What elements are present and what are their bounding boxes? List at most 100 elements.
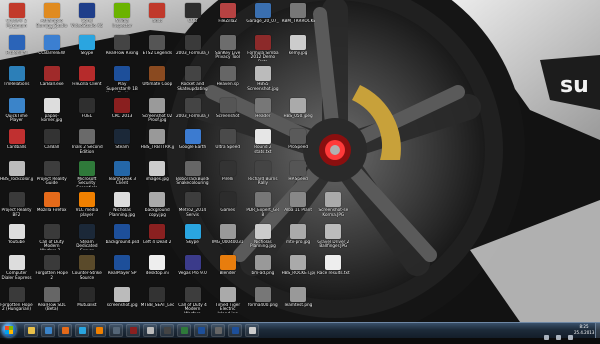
desktop-icon-label: Screenshot: [215, 113, 240, 118]
desktop-icon-label: Google Earth: [178, 145, 207, 149]
app-icon: [254, 286, 271, 302]
taskbar-app8-button[interactable]: [143, 324, 157, 337]
desktop-icon-label: Microsoft Security Essentials: [76, 176, 97, 187]
app-icon: [290, 192, 307, 207]
desktop-icon-label: Blender: [219, 271, 236, 275]
taskbar-media-button[interactable]: [41, 324, 55, 337]
desktop-icon[interactable]: Forgotten Hope 2 (Hungarian): [0, 285, 33, 321]
app-icon: [184, 286, 201, 302]
app7-icon: [130, 327, 137, 334]
steam-icon: [113, 327, 120, 334]
desktop-icon-label: HBS5 Screenshot.jpg: [247, 82, 279, 91]
taskbar-app9-button[interactable]: [160, 324, 174, 337]
app-icon: [114, 192, 131, 207]
desktop-icon-label: desktop.ini: [145, 271, 169, 275]
app-icon: [43, 129, 60, 144]
desktop-icon-label: CarBall.exe: [39, 82, 64, 86]
desktop-icon-label: Teamtest.png: [283, 302, 313, 307]
desktop-icon-label: Cardballs: [6, 145, 27, 149]
app-icon: [254, 255, 271, 270]
desktop-icon-label: Metro2_2014 Servis: [178, 208, 207, 217]
taskbar-steam-button[interactable]: [109, 324, 123, 337]
desktop-icon-label: Trials 2 Second Edition: [71, 145, 103, 154]
desktop-icon-label: Screenshot-se Korma.JPG: [318, 208, 349, 217]
desktop-icon-label: Garage_20_07_2012: [246, 19, 279, 23]
app-icon: [114, 3, 131, 18]
desktop-icon-label: RealFlow Rising: [105, 50, 139, 55]
desktop-icon-label: Steam Dedicated Server: [76, 239, 98, 250]
desktop-icon[interactable]: Call of Duty 4 Modern Warfare: [176, 285, 209, 321]
app-icon: [8, 255, 25, 270]
desktop-icon-label: BoboTrackBuilder... Snakecolouring: [176, 176, 209, 186]
desktop-icon-label: Computer Dialer Express: [1, 271, 32, 280]
app-icon: [219, 129, 236, 144]
desktop-icon[interactable]: screenshot.jpg: [106, 285, 139, 321]
taskbar-app7-button[interactable]: [126, 324, 140, 337]
desktop-icon[interactable]: RealFlow SDL (Beta): [35, 285, 68, 321]
app-icon: [8, 34, 25, 50]
start-button[interactable]: [2, 323, 16, 337]
desktop-icon-label: Corel VideoStudio X5: [70, 19, 103, 28]
app-icon: [184, 66, 201, 81]
desktop-icon[interactable]: Timed Tiger Electric Island.jpg: [211, 285, 244, 321]
app-icon: [114, 129, 131, 144]
desktop-icon[interactable]: MTBB_SEAT_Leon_Multipoli: [141, 285, 174, 321]
app-icon: [325, 255, 342, 270]
app-icon: [78, 255, 95, 270]
desktop-icon-label: Ultimate Coop: [142, 82, 173, 86]
clock[interactable]: 8:25 25.4.2013: [574, 324, 594, 336]
desktop-icon[interactable]: Teamtest.png: [282, 285, 315, 321]
desktop-icon-label: IMG_00040031: [211, 239, 244, 244]
desktop-icon-label: kemy.jpg: [288, 50, 308, 55]
app-icon: [149, 223, 166, 239]
desktop-icon[interactable]: Mutualist: [70, 285, 103, 321]
desktop-icon-label: Race results.txt: [316, 271, 350, 275]
desktop-icon-label: Skype: [80, 50, 94, 55]
taskbar-photoshop2-button[interactable]: [228, 324, 242, 337]
taskbar-firefox-button[interactable]: [58, 324, 72, 337]
app-icon: [254, 223, 271, 239]
app-icon: [78, 3, 95, 18]
desktop-icon[interactable]: forma400.png: [246, 285, 279, 321]
app-icon: [8, 66, 25, 81]
taskbar-skype-button[interactable]: [75, 324, 89, 337]
taskbar-app12-button[interactable]: [211, 324, 225, 337]
desktop-icon-label: Forgotten Hope 2: [35, 271, 68, 280]
taskbar-photoshop1-button[interactable]: [194, 324, 208, 337]
app-icon: [184, 192, 201, 207]
app-icon: [219, 223, 236, 239]
taskbar-vlc-button[interactable]: [92, 324, 106, 337]
taskbar-app10-button[interactable]: [177, 324, 191, 337]
desktop[interactable]: su Crysis® 2 Maximum EditionAshamp: [0, 0, 600, 322]
desktop-icon-label: ETS2 Legends: [142, 50, 172, 55]
show-desktop-button[interactable]: [595, 323, 600, 338]
desktop-icon-label: Rocket and Skateupdating: [177, 82, 208, 91]
app-icon: [149, 129, 166, 144]
skype-icon: [79, 327, 86, 334]
desktop-icon-label: 2003_Formula_ACCFT4: [176, 50, 209, 55]
app-icon: [43, 223, 60, 239]
taskbar-explorer-button[interactable]: [24, 324, 38, 337]
app-icon: [219, 192, 236, 207]
desktop-icon[interactable]: Race results.txt: [317, 253, 350, 289]
desktop-icon-label: RealPlayer SP: [107, 271, 137, 275]
desktop-icon-label: Mutualist: [77, 302, 97, 307]
desktop-icon-label: Prufeninal: [5, 50, 28, 55]
firefox-icon: [62, 327, 69, 334]
desktop-icon-label: Project Reality Guide: [36, 176, 67, 186]
app-icon: [149, 66, 166, 81]
desktop-icon-label: QuickTime Player: [5, 113, 28, 123]
app-icon: [254, 192, 271, 207]
app-icon: [149, 255, 166, 270]
desktop-icon-label: CarBall: [44, 145, 60, 149]
app-icon: [254, 3, 271, 18]
photoshop1-icon: [198, 327, 205, 334]
taskbar-app14-button[interactable]: [245, 324, 259, 337]
desktop-icon-label: Skype: [186, 239, 199, 244]
desktop-icon-label: PDR_Expert_GRC-8: [246, 208, 279, 217]
desktop-icon-label: Round 2 stats.txt: [254, 145, 272, 154]
system-tray: [543, 325, 574, 340]
desktop-icon-label: FUEL: [81, 113, 93, 118]
app-icon: [184, 255, 201, 270]
desktop-icon[interactable]: kemy.jpg: [282, 33, 315, 69]
